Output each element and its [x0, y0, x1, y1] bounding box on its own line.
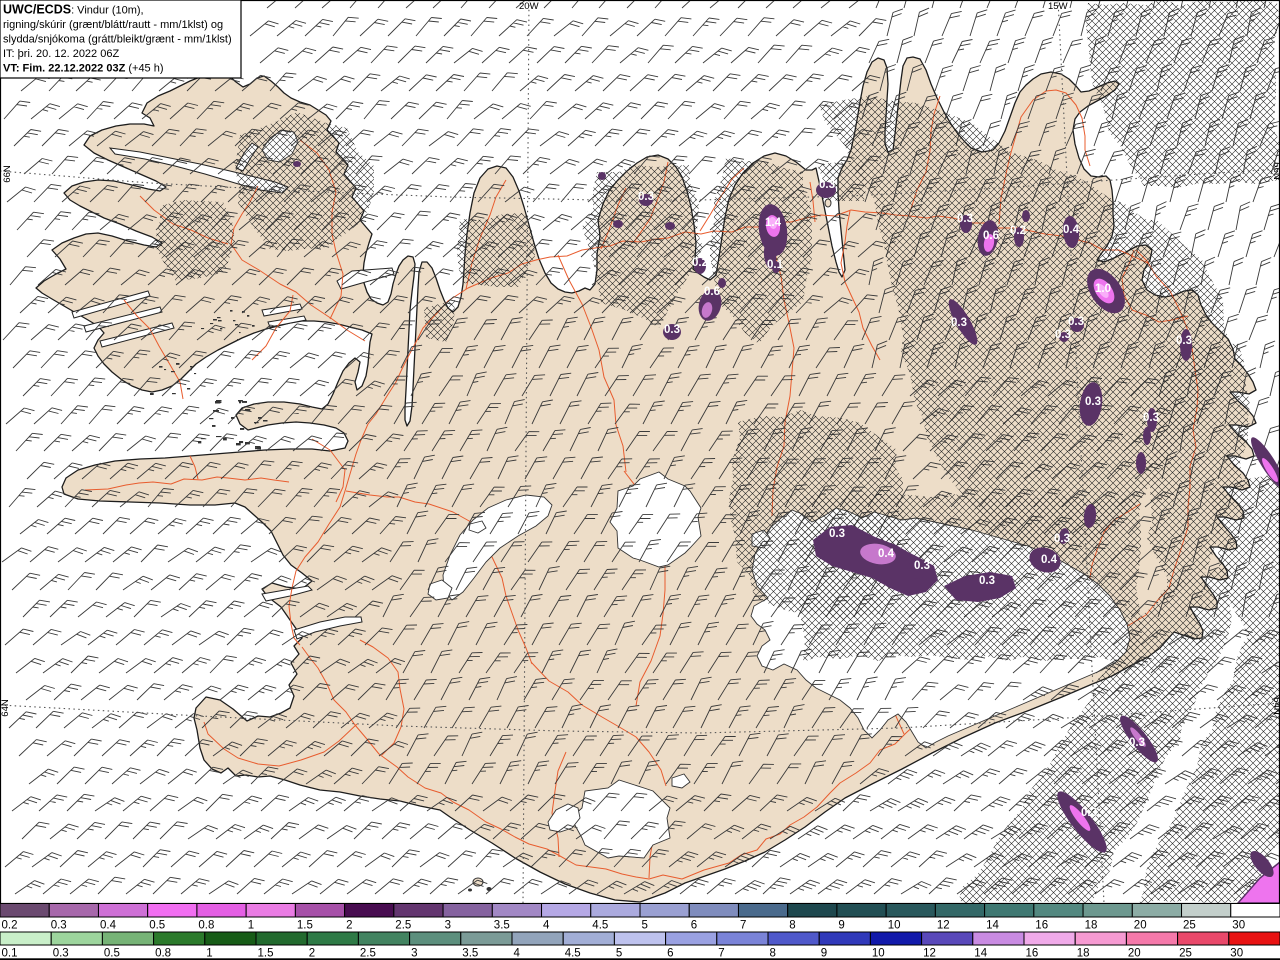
svg-text:0.3: 0.3 [1143, 412, 1159, 424]
svg-text:14: 14 [974, 948, 987, 960]
svg-text:10: 10 [872, 948, 885, 960]
svg-text:0.5: 0.5 [104, 948, 120, 960]
svg-text:0.3: 0.3 [819, 179, 835, 191]
svg-text:64N: 64N [1271, 697, 1280, 715]
svg-text:0.3: 0.3 [1068, 316, 1084, 328]
svg-text:0.5: 0.5 [149, 920, 165, 932]
svg-text:2.5: 2.5 [395, 920, 411, 932]
svg-text:7: 7 [740, 920, 746, 932]
svg-text:0.3: 0.3 [951, 317, 967, 329]
svg-text:4: 4 [514, 948, 521, 960]
svg-text:15W: 15W [1048, 1, 1068, 12]
svg-text:30: 30 [1232, 920, 1245, 932]
svg-text:0.3: 0.3 [53, 948, 69, 960]
svg-text:VT: Fim. 22.12.2022 03Z (+45 h: VT: Fim. 22.12.2022 03Z (+45 h) [3, 63, 164, 75]
svg-text:20: 20 [1134, 920, 1147, 932]
svg-text:5: 5 [642, 920, 648, 932]
svg-text:20W: 20W [519, 1, 539, 12]
svg-text:0.3: 0.3 [1054, 533, 1070, 545]
svg-text:0.1: 0.1 [767, 259, 784, 271]
svg-text:1: 1 [248, 920, 254, 932]
svg-text:0.3: 0.3 [1081, 807, 1097, 819]
svg-text:2: 2 [309, 948, 315, 960]
svg-text:18: 18 [1085, 920, 1098, 932]
svg-text:0.3: 0.3 [1055, 329, 1071, 341]
svg-text:0.8: 0.8 [155, 948, 171, 960]
svg-text:3.5: 3.5 [462, 948, 478, 960]
svg-text:10: 10 [888, 920, 901, 932]
svg-text:0.3: 0.3 [829, 528, 845, 540]
svg-text:0.3: 0.3 [957, 213, 973, 225]
svg-text:slydda/snjókoma (grátt/bleikt/: slydda/snjókoma (grátt/bleikt/grænt - mm… [3, 34, 232, 46]
svg-text:0.3: 0.3 [51, 920, 67, 932]
svg-text:rigning/skúrir (grænt/blátt/ra: rigning/skúrir (grænt/blátt/rautt - mm/1… [3, 19, 223, 31]
svg-text:4.5: 4.5 [592, 920, 608, 932]
svg-text:3.5: 3.5 [494, 920, 510, 932]
svg-text:66N: 66N [2, 165, 13, 183]
svg-text:0.8: 0.8 [198, 920, 214, 932]
svg-text:14: 14 [986, 920, 999, 932]
svg-text:1.5: 1.5 [258, 948, 274, 960]
svg-text:3: 3 [411, 948, 417, 960]
svg-text:0.2: 0.2 [1010, 225, 1026, 237]
svg-text:0.4: 0.4 [100, 920, 117, 932]
svg-text:5: 5 [616, 948, 622, 960]
svg-text:25: 25 [1183, 920, 1196, 932]
svg-text:0.3: 0.3 [1085, 396, 1101, 408]
svg-text:0.2: 0.2 [692, 257, 708, 269]
svg-text:0.6: 0.6 [983, 230, 999, 242]
svg-text:20: 20 [1128, 948, 1141, 960]
svg-text:0.3: 0.3 [914, 560, 930, 572]
svg-text:30: 30 [1230, 948, 1243, 960]
svg-text:9: 9 [821, 948, 827, 960]
svg-text:7: 7 [718, 948, 724, 960]
svg-text:16: 16 [1026, 948, 1039, 960]
svg-text:8: 8 [770, 948, 776, 960]
svg-text:4: 4 [543, 920, 550, 932]
svg-text:6: 6 [667, 948, 673, 960]
svg-text:6: 6 [691, 920, 697, 932]
svg-text:4.5: 4.5 [565, 948, 581, 960]
svg-text:0.6: 0.6 [704, 286, 720, 298]
svg-text:0.1: 0.1 [2, 948, 18, 960]
svg-text:8: 8 [789, 920, 795, 932]
svg-text:0.3: 0.3 [979, 575, 995, 587]
svg-text:1: 1 [206, 948, 212, 960]
svg-text:18: 18 [1077, 948, 1090, 960]
svg-text:0.3: 0.3 [638, 191, 654, 203]
svg-text:16: 16 [1035, 920, 1048, 932]
svg-text:1.4: 1.4 [765, 217, 782, 229]
svg-text:2: 2 [346, 920, 352, 932]
svg-text:2.5: 2.5 [360, 948, 376, 960]
svg-text:64N: 64N [0, 699, 11, 717]
svg-text:1.5: 1.5 [297, 920, 313, 932]
svg-text:0.4: 0.4 [1041, 554, 1058, 566]
svg-text:9: 9 [838, 920, 844, 932]
svg-text:UWC/ECDS: Vindur (10m),: UWC/ECDS: Vindur (10m), [3, 3, 144, 17]
svg-text:0.3: 0.3 [664, 324, 680, 336]
svg-text:0.2: 0.2 [2, 920, 18, 932]
svg-text:0.3: 0.3 [1176, 335, 1192, 347]
svg-text:0.4: 0.4 [1063, 224, 1080, 236]
svg-text:1.0: 1.0 [1095, 283, 1111, 295]
svg-text:66N: 66N [1271, 162, 1280, 180]
svg-text:25: 25 [1179, 948, 1192, 960]
svg-text:3: 3 [445, 920, 451, 932]
svg-text:IT: þri. 20. 12. 2022 06Z: IT: þri. 20. 12. 2022 06Z [3, 48, 119, 60]
svg-text:12: 12 [923, 948, 936, 960]
svg-text:0.3: 0.3 [1129, 737, 1145, 749]
svg-text:0.4: 0.4 [878, 548, 895, 560]
svg-text:12: 12 [937, 920, 950, 932]
